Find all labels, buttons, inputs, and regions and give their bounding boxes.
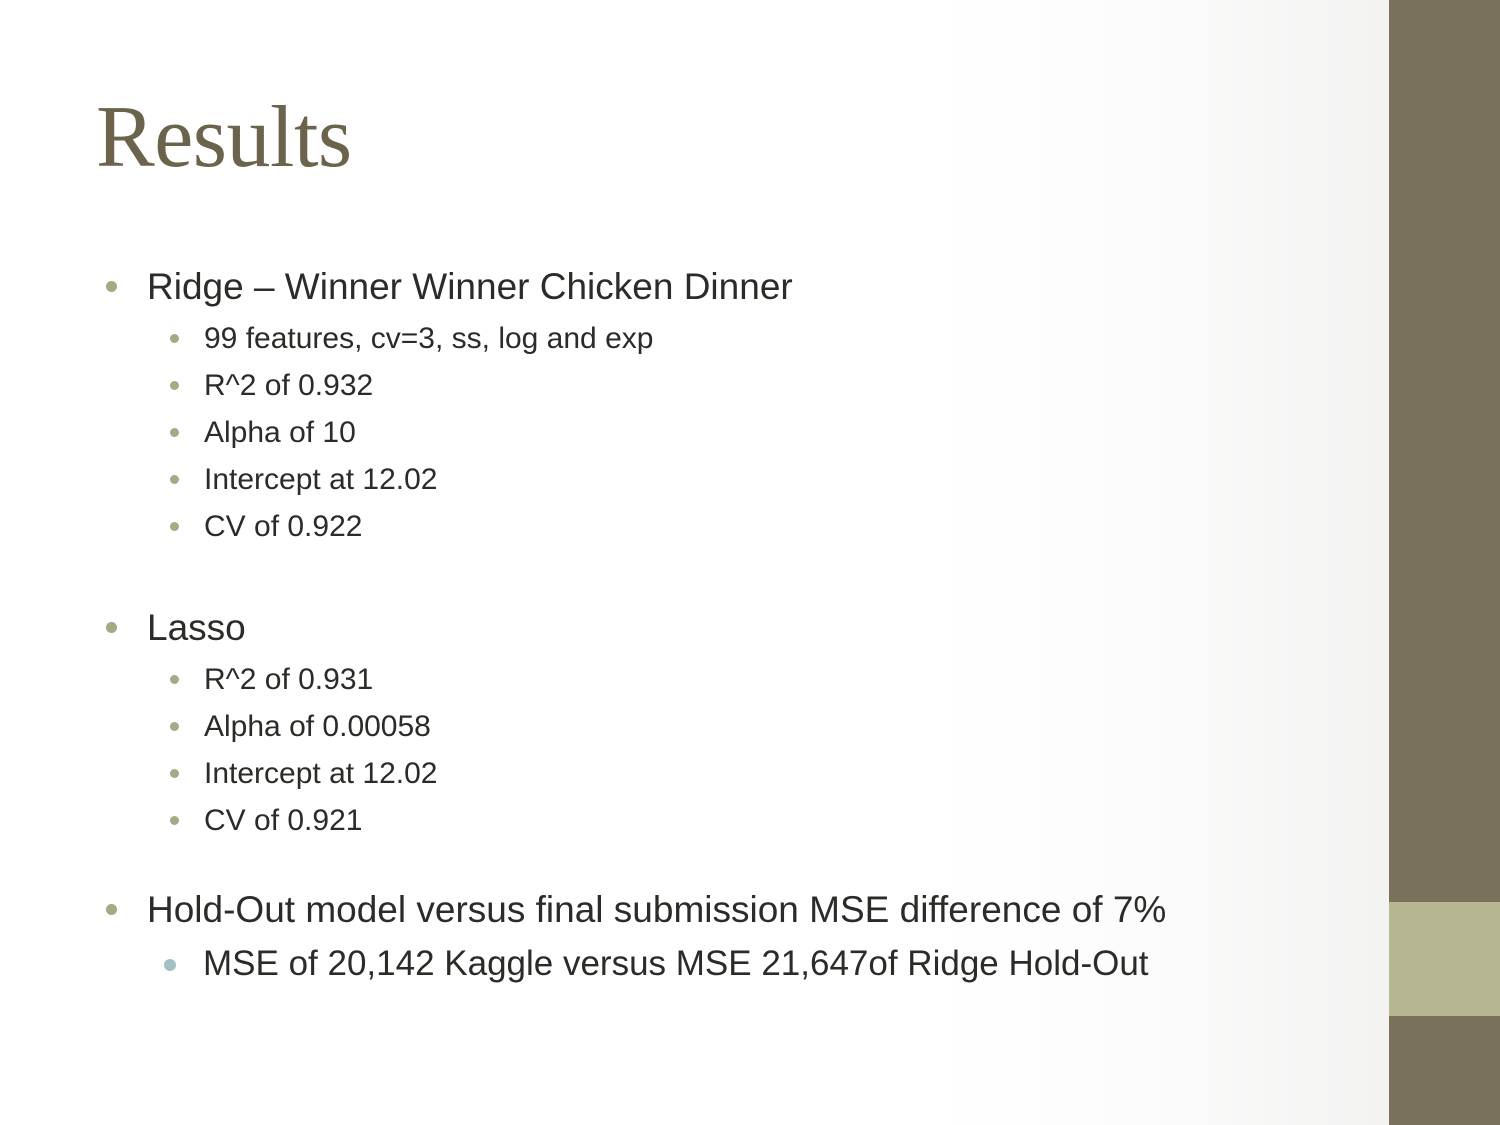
list-item-label: MSE of 20,142 Kaggle versus MSE 21,647of… <box>203 944 1149 983</box>
bullet-dot-icon <box>106 904 117 915</box>
list-item-label: CV of 0.922 <box>204 510 363 543</box>
bullet-dot-icon <box>106 281 117 292</box>
list-item-label: CV of 0.921 <box>204 804 363 837</box>
bullet-dot-icon <box>164 959 176 971</box>
list-item: R^2 of 0.932 <box>96 363 1326 408</box>
list-item: Alpha of 0.00058 <box>96 704 1326 749</box>
list-item: Ridge – Winner Winner Chicken Dinner <box>96 262 1326 312</box>
list-item-label: Ridge – Winner Winner Chicken Dinner <box>147 266 793 307</box>
bullet-dot-icon <box>170 722 179 731</box>
list-item: Alpha of 10 <box>96 410 1326 455</box>
list-item-label: Hold-Out model versus final submission M… <box>147 889 1167 930</box>
slide-body: Ridge – Winner Winner Chicken Dinner 99 … <box>96 262 1326 990</box>
bullet-dot-icon <box>170 381 179 390</box>
list-item-label: Lasso <box>147 607 246 648</box>
bullet-dot-icon <box>170 428 179 437</box>
list-item: MSE of 20,142 Kaggle versus MSE 21,647of… <box>96 939 1326 988</box>
list-item-label: R^2 of 0.931 <box>204 663 374 696</box>
bullet-dot-icon <box>170 769 179 778</box>
bullet-dot-icon <box>170 675 179 684</box>
list-item: CV of 0.922 <box>96 504 1326 549</box>
bullet-dot-icon <box>106 622 117 633</box>
decorative-side-bar-accent <box>1389 902 1500 1016</box>
list-item-label: 99 features, cv=3, ss, log and exp <box>204 322 654 355</box>
list-item: Lasso <box>96 603 1326 653</box>
list-item-label: Alpha of 0.00058 <box>204 710 431 743</box>
list-item-label: Intercept at 12.02 <box>204 463 438 496</box>
list-item: CV of 0.921 <box>96 798 1326 843</box>
presentation-slide: Results Ridge – Winner Winner Chicken Di… <box>0 0 1500 1125</box>
bullet-dot-icon <box>170 475 179 484</box>
bullet-dot-icon <box>170 522 179 531</box>
list-item: R^2 of 0.931 <box>96 657 1326 702</box>
list-item-label: Intercept at 12.02 <box>204 757 438 790</box>
list-item: Intercept at 12.02 <box>96 751 1326 796</box>
bullet-dot-icon <box>170 816 179 825</box>
list-item-label: Alpha of 10 <box>204 416 356 449</box>
bullet-dot-icon <box>170 334 179 343</box>
list-item: Intercept at 12.02 <box>96 457 1326 502</box>
list-item-label: R^2 of 0.932 <box>204 369 374 402</box>
list-item: Hold-Out model versus final submission M… <box>96 885 1326 935</box>
page-title: Results <box>96 89 352 186</box>
list-item: 99 features, cv=3, ss, log and exp <box>96 316 1326 361</box>
